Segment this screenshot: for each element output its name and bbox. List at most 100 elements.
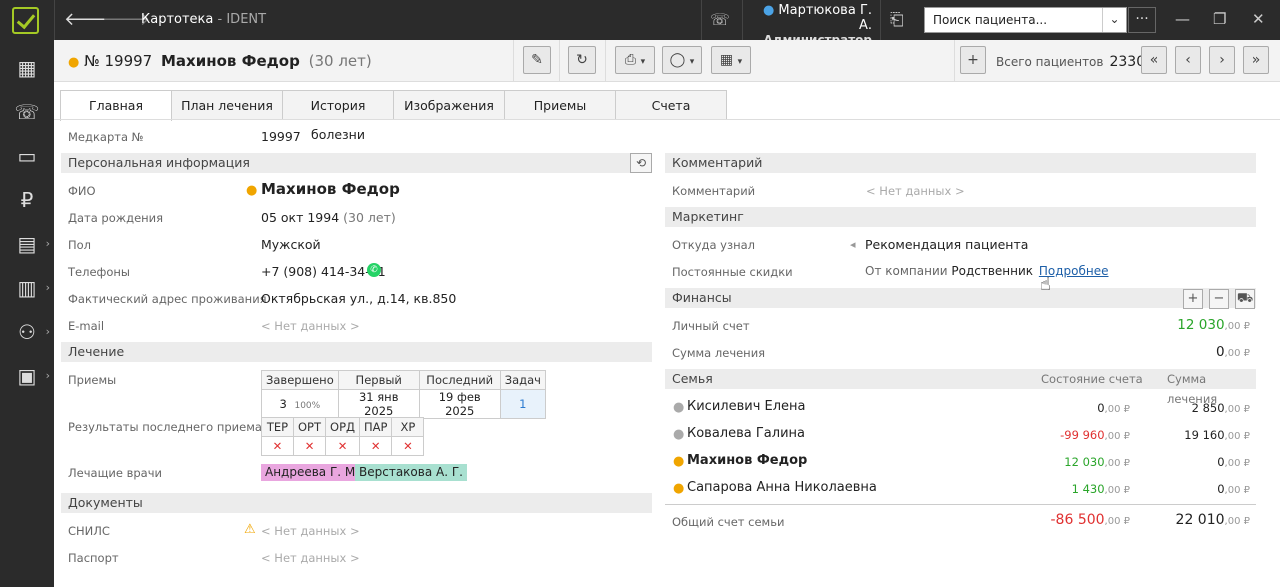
- sidebar-item-calls[interactable]: ☏: [0, 92, 54, 132]
- email-value: < Нет данных >: [261, 319, 360, 333]
- family-total-sum-value: 22 010: [1175, 512, 1225, 528]
- divider: [54, 0, 55, 40]
- family-sum-value: 2 850: [1191, 401, 1225, 415]
- address-value: Октябрьская ул., д.14, кв.850: [261, 291, 457, 306]
- source-label: Откуда узнал: [672, 238, 755, 252]
- family-member-name[interactable]: Ковалева Галина: [687, 426, 805, 441]
- family-sum-value: 19 160: [1184, 428, 1225, 442]
- chevron-right-icon: ›: [45, 281, 50, 294]
- message-button[interactable]: ◯ ▾: [662, 46, 702, 74]
- visits-done-pct: 100%: [294, 401, 321, 411]
- phone-icon[interactable]: ☏: [710, 9, 730, 31]
- family-total-label: Общий счет семьи: [672, 515, 785, 529]
- minimize-icon[interactable]: —: [1175, 10, 1190, 28]
- visits-done: 3 100%: [261, 389, 339, 419]
- add-patient-button[interactable]: +: [960, 46, 986, 74]
- medcard-label: Медкарта №: [68, 130, 144, 144]
- chevron-right-icon: ›: [45, 325, 50, 338]
- visits-tasks[interactable]: 1: [499, 389, 546, 419]
- more-menu-button[interactable]: ···: [1128, 7, 1156, 33]
- person-icon: ●: [673, 454, 685, 469]
- double-chevron-left-icon: «: [1149, 52, 1159, 68]
- patient-search-input[interactable]: Поиск пациента... ⌄: [924, 7, 1127, 33]
- tab-main[interactable]: Главная: [60, 90, 172, 121]
- subtract-button[interactable]: −: [1209, 289, 1229, 309]
- double-chevron-right-icon: »: [1251, 52, 1261, 68]
- sidebar-item-staff[interactable]: ⚇ ›: [0, 312, 54, 352]
- doctor-tag[interactable]: Верстакова А. Г.: [355, 464, 467, 481]
- whatsapp-icon[interactable]: ✆: [367, 263, 381, 277]
- section-personal-info: Персональная информация: [61, 153, 652, 173]
- visits-last: 19 фев 2025: [418, 389, 501, 419]
- sidebar-item-schedule[interactable]: ▤ ›: [0, 224, 54, 264]
- address-label: Фактический адрес проживания: [68, 292, 267, 306]
- tab-history[interactable]: История болезни: [282, 90, 394, 142]
- visits-done-count: 3: [279, 397, 287, 411]
- section-treatment: Лечение: [61, 342, 652, 362]
- results-label: Результаты последнего приема: [68, 420, 262, 434]
- family-member-name[interactable]: Махинов Федор: [687, 453, 807, 468]
- tab-visits[interactable]: Приемы: [504, 90, 616, 120]
- prev-button[interactable]: ‹: [1175, 46, 1201, 74]
- restore-icon[interactable]: ❐: [1213, 10, 1226, 28]
- family-balance: -99 960,00 ₽: [1000, 428, 1130, 442]
- family-member-name[interactable]: Сапарова Анна Николаевна: [687, 480, 877, 495]
- visits-table: Завершено Первый Последний Задач 3 100% …: [261, 370, 546, 419]
- users-icon: ⚇: [18, 320, 36, 344]
- sex-value: Мужской: [261, 237, 321, 252]
- printer-icon: ⎙: [624, 52, 637, 68]
- tab-images[interactable]: Изображения: [393, 90, 505, 120]
- family-balance-value: -99 960: [1060, 428, 1105, 442]
- results-header-hr: ХР: [391, 417, 425, 437]
- tab-invoices[interactable]: Счета: [615, 90, 727, 120]
- sidebar-item-reports[interactable]: ▥ ›: [0, 268, 54, 308]
- close-icon[interactable]: ✕: [1252, 10, 1265, 28]
- family-member-name[interactable]: Кисилевич Елена: [687, 399, 806, 414]
- results-table: ТЕР ОРТ ОРД ПАР ХР ✕ ✕ ✕ ✕ ✕: [261, 417, 425, 456]
- first-page-button[interactable]: «: [1141, 46, 1167, 74]
- cart-button[interactable]: ⛟: [1235, 289, 1255, 309]
- family-sum-value: 0: [1217, 455, 1225, 469]
- family-balance-value: 12 030: [1064, 455, 1105, 469]
- comment-label: Комментарий: [672, 184, 756, 198]
- phone-label: Телефоны: [68, 265, 130, 279]
- print-button[interactable]: ⎙ ▾: [615, 46, 655, 74]
- chevron-right-icon: ›: [45, 369, 50, 382]
- cards-grid-icon: ▦: [17, 56, 37, 80]
- history-button[interactable]: ⟲: [630, 153, 652, 173]
- next-button[interactable]: ›: [1209, 46, 1235, 74]
- chevron-down-icon[interactable]: ⌄: [1102, 8, 1126, 32]
- chat-icon: ▭: [17, 144, 37, 168]
- sidebar-item-warehouse[interactable]: ▣ ›: [0, 356, 54, 396]
- dob-label: Дата рождения: [68, 211, 164, 225]
- sidebar-item-cards[interactable]: ▦: [0, 48, 54, 88]
- speech-bubble-icon: ◯: [669, 52, 686, 68]
- history-icon: ⟲: [635, 156, 647, 170]
- add-payment-button[interactable]: +: [1183, 289, 1203, 309]
- visits-header-first: Первый: [337, 370, 420, 390]
- pencil-icon: ✎: [531, 52, 543, 68]
- refresh-button[interactable]: ↻: [568, 46, 596, 74]
- divider: [701, 0, 702, 40]
- section-documents: Документы: [61, 493, 652, 513]
- sidebar-item-payments[interactable]: ₽: [0, 180, 54, 220]
- dob-value: 05 окт 1994: [261, 210, 340, 225]
- logout-icon[interactable]: ⎗: [890, 9, 904, 31]
- edit-button[interactable]: ✎: [523, 46, 551, 74]
- total-patients: Всего пациентов 23304: [996, 54, 1154, 70]
- tab-treatment-plan[interactable]: План лечения: [171, 90, 283, 120]
- app-title: Картотека: [141, 12, 214, 27]
- divider: [954, 40, 955, 82]
- divider: [742, 0, 743, 40]
- last-page-button[interactable]: »: [1243, 46, 1269, 74]
- family-balance: 12 030,00 ₽: [1000, 455, 1130, 469]
- window-title: Картотека - IDENT: [141, 12, 267, 27]
- app-logo-icon[interactable]: [12, 7, 39, 34]
- cart-icon: ⛟: [1236, 291, 1254, 306]
- refresh-icon: ↻: [576, 52, 588, 68]
- user-icon: ●: [762, 3, 775, 18]
- doctor-tag[interactable]: Андреева Г. М.: [261, 464, 364, 481]
- schedule-button[interactable]: ▦ ▾: [711, 46, 751, 74]
- treatment-sum-value: 0: [1215, 344, 1225, 360]
- sidebar-item-chat[interactable]: ▭: [0, 136, 54, 176]
